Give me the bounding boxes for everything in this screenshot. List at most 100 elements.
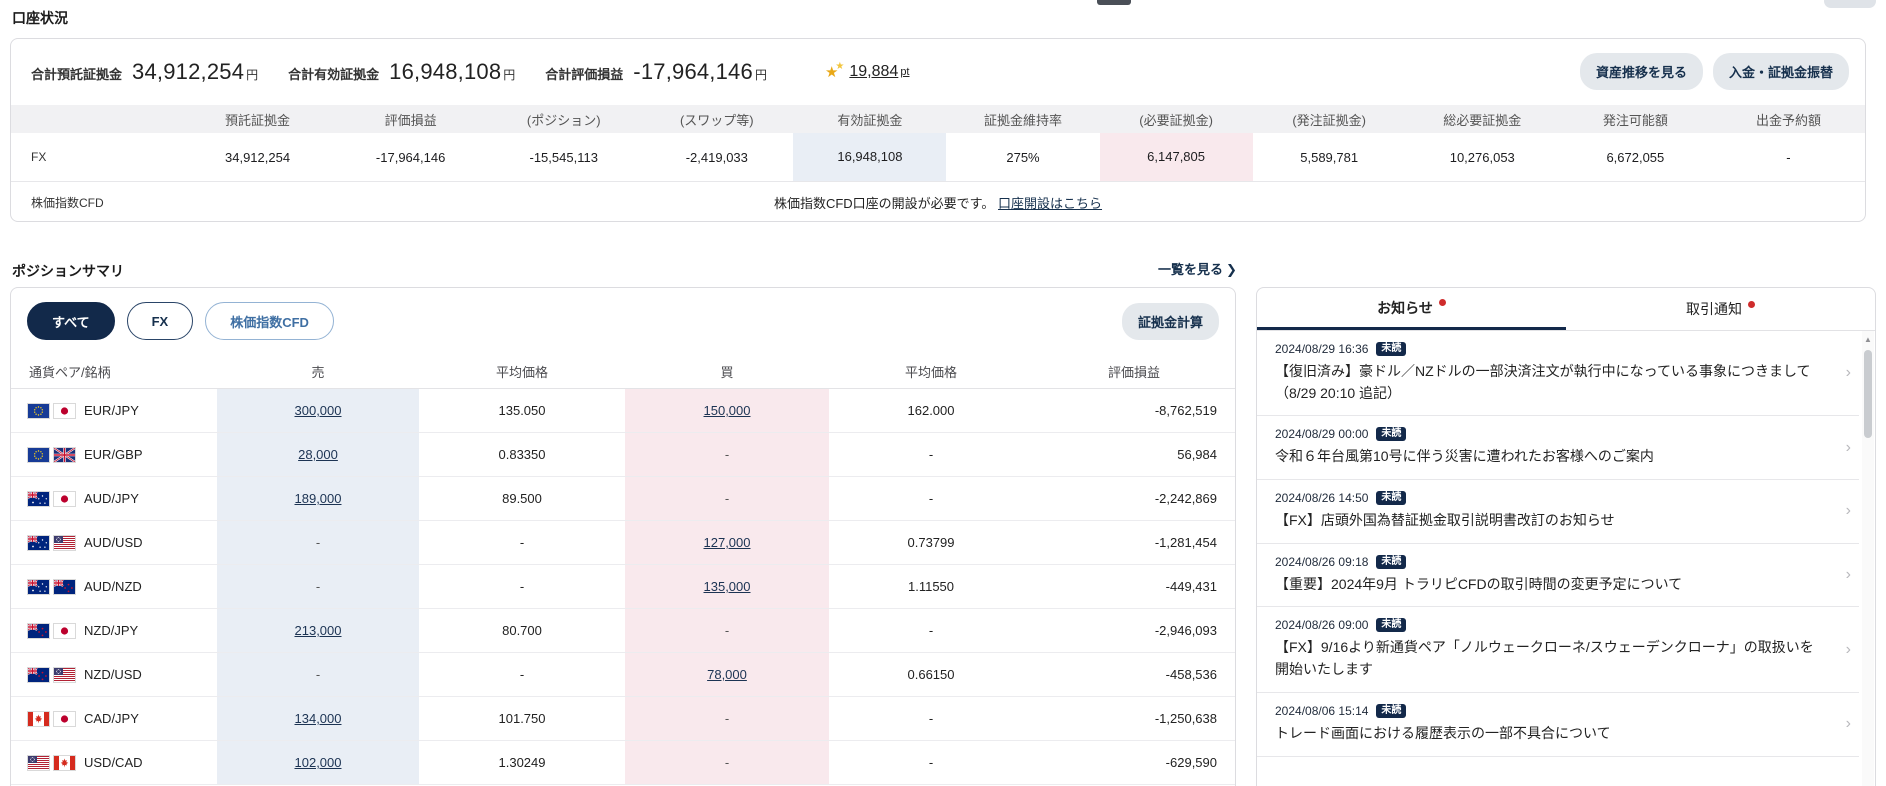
pair-label: USD/CAD bbox=[84, 755, 143, 770]
news-item[interactable]: 2024/08/26 14:50 未読 【FX】店頭外国為替証拠金取引説明書改訂のお… bbox=[1257, 480, 1859, 544]
buy-avg-price: - bbox=[928, 491, 934, 506]
header-fragment-gray bbox=[1824, 0, 1876, 8]
news-item[interactable]: 2024/08/29 00:00 未読 令和６年台風第10号に伴う災害に遭われたお客… bbox=[1257, 416, 1859, 481]
buy-avg-price: - bbox=[928, 447, 934, 462]
open-cfd-account-link[interactable]: 口座開設はこちら bbox=[998, 196, 1102, 211]
buy-cell: 135,000 bbox=[625, 565, 829, 608]
sell-amount-link[interactable]: 300,000 bbox=[295, 403, 342, 418]
unread-badge: 未読 bbox=[1376, 554, 1407, 569]
sell-amount-link[interactable]: 189,000 bbox=[295, 491, 342, 506]
account-cell: 6,672,055 bbox=[1606, 149, 1665, 165]
tab-trade-notifications[interactable]: 取引通知 bbox=[1566, 288, 1875, 330]
margin-calc-button[interactable]: 証拠金計算 bbox=[1121, 302, 1219, 340]
news-title: 【復旧済み】豪ドル／NZドルの一部決済注文が執行中になっている事象につきまして（… bbox=[1275, 363, 1811, 401]
flag-jp-icon bbox=[53, 622, 76, 639]
news-item[interactable]: 2024/08/29 16:36 未読 【復旧済み】豪ドル／NZドルの一部決済注文が… bbox=[1257, 331, 1859, 417]
news-meta: 2024/08/29 00:00 未読 bbox=[1275, 427, 1825, 442]
flag-ca-icon bbox=[53, 754, 76, 771]
chevron-right-icon: › bbox=[1845, 438, 1851, 456]
asset-history-button[interactable]: 資産推移を見る bbox=[1579, 53, 1703, 90]
profit-loss: -2,946,093 bbox=[1154, 623, 1217, 638]
pair-cell: CAD/JPY bbox=[11, 710, 217, 727]
sell-avg-price: 80.700 bbox=[502, 623, 542, 638]
dash-label: - bbox=[315, 579, 321, 594]
cfd-message-text: 株価指数CFD口座の開設が必要です。 bbox=[773, 195, 995, 211]
buy-amount-link[interactable]: 135,000 bbox=[704, 579, 751, 594]
dash-label: - bbox=[724, 447, 730, 462]
profit-loss: 56,984 bbox=[1177, 447, 1217, 462]
account-col-header: 発注可能額 bbox=[1602, 112, 1668, 128]
flag-ca-icon bbox=[27, 710, 50, 727]
tab-fx[interactable]: FX bbox=[126, 302, 194, 340]
flag-pair bbox=[27, 402, 76, 419]
profit-loss: -458,536 bbox=[1165, 667, 1217, 682]
unread-dot-icon bbox=[1438, 299, 1446, 306]
sell-avg-price: 0.83350 bbox=[498, 447, 546, 462]
account-cell: - bbox=[1786, 149, 1791, 165]
flag-pair bbox=[27, 622, 76, 639]
news-item[interactable]: 2024/08/26 09:00 未読【FX】9/16より新通貨ペア「ノルウェーク… bbox=[1257, 607, 1859, 693]
sell-avg-price: - bbox=[519, 667, 525, 682]
account-table-cfd-row: 株価指数CFD 株価指数CFD口座の開設が必要です。 口座開設はこちら bbox=[11, 181, 1865, 221]
account-summary-bar: 合計預託証拠金 34,912,254 円合計有効証拠金 16,948,108 円合計評価… bbox=[11, 39, 1865, 105]
sell-amount-link[interactable]: 102,000 bbox=[295, 755, 342, 770]
buy-cell: 150,000 bbox=[625, 389, 829, 432]
buy-amount-link[interactable]: 150,000 bbox=[704, 403, 751, 418]
flag-eu-icon bbox=[27, 402, 50, 419]
pair-cell: AUD/USD bbox=[11, 534, 217, 551]
account-col-header: 有効証拠金 bbox=[837, 112, 903, 128]
pair-cell: AUD/JPY bbox=[11, 490, 217, 507]
points-link[interactable]: ★ ★ 19,884 pt bbox=[825, 61, 910, 82]
news-meta: 2024/08/26 09:00 未読 bbox=[1275, 618, 1825, 633]
header-fragment-dark bbox=[1097, 0, 1131, 5]
deposit-transfer-button[interactable]: 入金・証拠金振替 bbox=[1712, 53, 1849, 90]
points-unit[interactable]: pt bbox=[900, 66, 909, 78]
positions-table-header: 通貨ペア/銘柄 売 平均価格 買 平均価格 評価損益 bbox=[11, 354, 1235, 389]
buy-cell: 78,000 bbox=[625, 653, 829, 696]
pair-label: NZD/JPY bbox=[84, 623, 139, 638]
positions-col-header: 評価損益 bbox=[1107, 364, 1160, 380]
sell-cell: 102,000 bbox=[217, 741, 419, 784]
points-value[interactable]: 19,884 bbox=[849, 63, 898, 81]
table-row: NZD/JPY 213,000 80.700 - - -2,946,093 bbox=[11, 609, 1235, 653]
pair-cell: AUD/NZD bbox=[11, 578, 217, 595]
sell-amount-link[interactable]: 213,000 bbox=[295, 623, 342, 638]
sell-cell: 28,000 bbox=[217, 433, 419, 476]
table-row: EUR/GBP 28,000 0.83350 - - 56,984 bbox=[11, 433, 1235, 477]
tab-notices[interactable]: お知らせ bbox=[1257, 288, 1566, 330]
buy-cell: - bbox=[625, 477, 829, 520]
news-item[interactable]: 2024/08/26 09:18 未読 【重要】2024年9月 トラリピCFDの取引… bbox=[1257, 544, 1859, 608]
chevron-right-icon: › bbox=[1845, 640, 1851, 658]
news-list: 2024/08/29 16:36 未読 【復旧済み】豪ドル／NZドルの一部決済注文が… bbox=[1257, 331, 1859, 786]
account-cell: 34,912,254 bbox=[225, 149, 291, 165]
flag-au-icon bbox=[27, 490, 50, 507]
sell-amount-link[interactable]: 134,000 bbox=[295, 711, 342, 726]
news-item[interactable]: 2024/08/06 15:14 未読 トレード画面における履歴表示の一部不具合につ… bbox=[1257, 693, 1859, 757]
table-row: USD/CAD 102,000 1.30249 - - -629,590 bbox=[11, 741, 1235, 785]
buy-amount-link[interactable]: 78,000 bbox=[707, 667, 747, 682]
scroll-up-icon[interactable]: ▲ bbox=[1863, 335, 1873, 344]
pair-label: CAD/JPY bbox=[84, 711, 139, 726]
news-scrollbar-thumb[interactable] bbox=[1864, 350, 1872, 438]
view-all-label[interactable]: 一覧を見る bbox=[1158, 262, 1223, 277]
sell-cell: 189,000 bbox=[217, 477, 419, 520]
table-row: CAD/JPY 134,000 101.750 - - -1,250,638 bbox=[11, 697, 1235, 741]
news-title: 【FX】9/16より新通貨ペア「ノルウェークローネ/スウェーデンクローナ」の取扱… bbox=[1275, 639, 1814, 678]
pair-cell: USD/CAD bbox=[11, 754, 217, 771]
tab-cfd[interactable]: 株価指数CFD bbox=[205, 302, 334, 340]
sell-amount-link[interactable]: 28,000 bbox=[298, 447, 338, 462]
account-cell: -2,419,033 bbox=[685, 149, 748, 165]
view-all-link[interactable]: 一覧を見る ❯ bbox=[1158, 259, 1237, 278]
sell-avg-price: - bbox=[519, 535, 525, 550]
flag-pair bbox=[27, 710, 76, 727]
summary-value: -17,964,146 bbox=[633, 59, 753, 84]
summary-value: 16,948,108 bbox=[389, 59, 502, 84]
cfd-row-message: 株価指数CFD口座の開設が必要です。 口座開設はこちら bbox=[11, 193, 1865, 212]
buy-amount-link[interactable]: 127,000 bbox=[704, 535, 751, 550]
chevron-right-icon: › bbox=[1845, 364, 1851, 382]
buy-avg-price: 162.000 bbox=[907, 403, 955, 418]
positions-heading: ポジションサマリ bbox=[12, 263, 124, 279]
tab-all[interactable]: すべて bbox=[27, 302, 115, 340]
flag-us-icon bbox=[53, 666, 76, 683]
buy-cell: - bbox=[625, 609, 829, 652]
